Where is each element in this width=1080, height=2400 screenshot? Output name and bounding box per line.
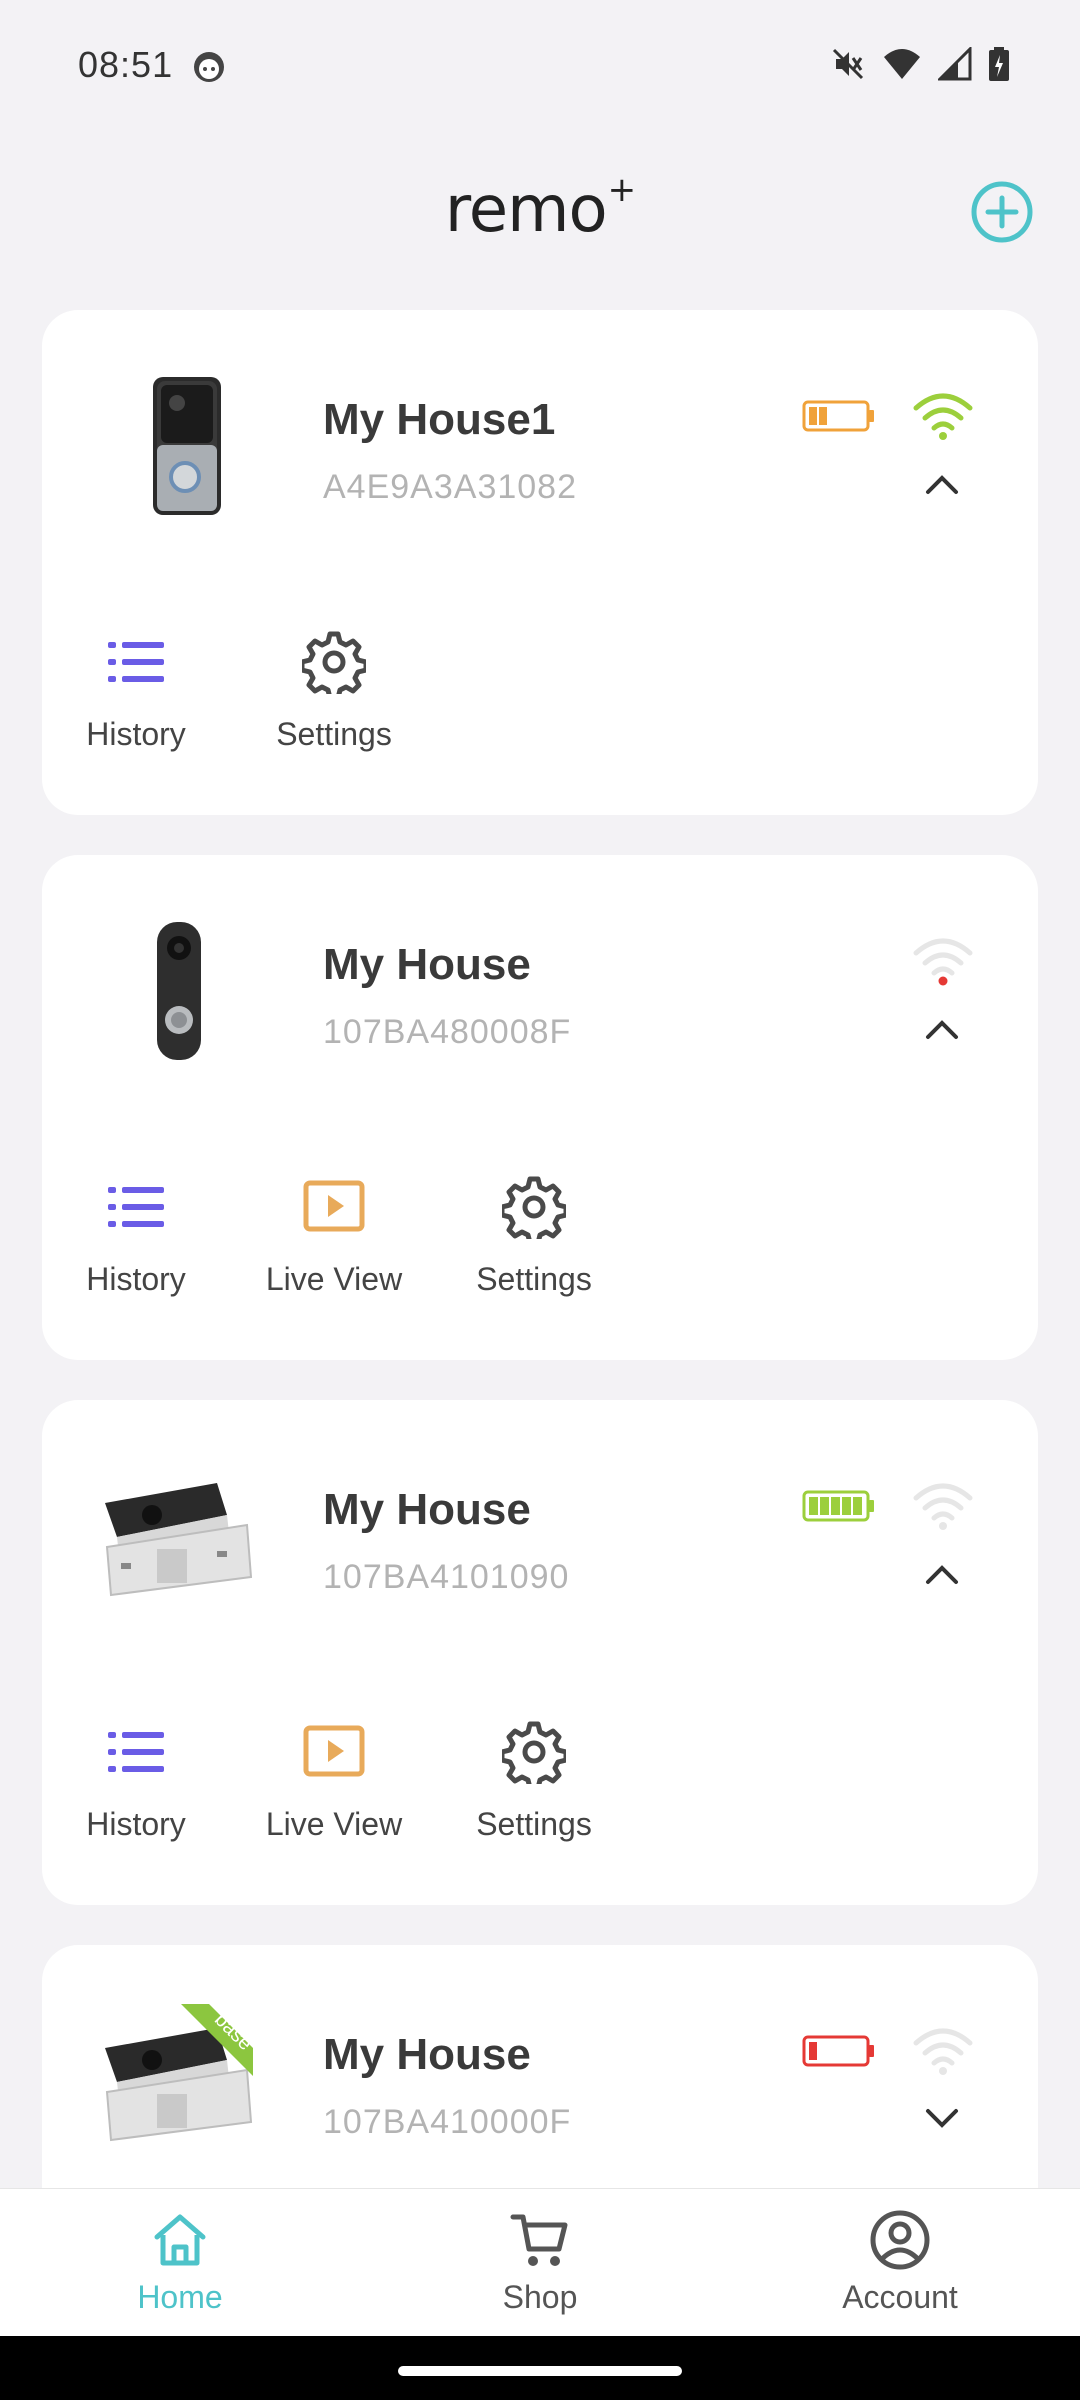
list-icon (108, 1187, 164, 1227)
nav-shop-label: Shop (502, 2279, 578, 2315)
history-button[interactable]: History (66, 630, 206, 760)
live-view-button[interactable]: Live View (264, 1175, 404, 1305)
collapse-chevron-icon[interactable] (922, 1013, 962, 1043)
history-label: History (86, 1261, 186, 1297)
camera-base-thumbnail: base (105, 2004, 256, 2142)
play-icon (303, 1180, 365, 1232)
settings-label: Settings (476, 1806, 592, 1842)
device-id: 107BA410000F (323, 2103, 572, 2141)
wifi-icon (913, 393, 973, 440)
signal-icon (938, 47, 972, 81)
device-id: A4E9A3A31082 (323, 468, 577, 506)
device-list[interactable]: My House1 A4E9A3A31082 History Settings … (42, 310, 1038, 2190)
add-device-button[interactable] (970, 180, 1034, 244)
history-label: History (86, 1806, 186, 1842)
device-name: My House (323, 1485, 531, 1534)
nav-home[interactable]: Home (80, 2209, 280, 2316)
wifi-offline-icon (913, 938, 973, 986)
device-card[interactable]: My House1 A4E9A3A31082 History Settings (42, 310, 1038, 815)
list-icon (108, 1732, 164, 1772)
nav-shop[interactable]: Shop (440, 2209, 640, 2316)
app-logo: remo+ (444, 170, 636, 247)
settings-button[interactable]: Settings (264, 630, 404, 760)
expand-chevron-icon[interactable] (922, 2103, 962, 2133)
gear-icon (502, 1721, 566, 1784)
status-bar: 08:51 (0, 0, 1080, 130)
battery-icon (802, 1490, 874, 1522)
settings-button[interactable]: Settings (464, 1720, 604, 1850)
collapse-chevron-icon[interactable] (922, 1558, 962, 1588)
live-view-label: Live View (265, 1806, 403, 1842)
live-view-label: Live View (265, 1261, 403, 1297)
collapse-chevron-icon[interactable] (922, 468, 962, 498)
nav-home-label: Home (137, 2279, 223, 2315)
device-card[interactable]: My House 107BA480008F History Live View … (42, 855, 1038, 1360)
wifi-status-icon (884, 49, 920, 79)
live-view-button[interactable]: Live View (264, 1720, 404, 1850)
home-icon (154, 2214, 206, 2266)
wifi-icon (913, 1483, 973, 1530)
bottom-navigation: Home Shop Account (0, 2188, 1080, 2336)
gesture-handle[interactable] (398, 2366, 682, 2376)
settings-button[interactable]: Settings (464, 1175, 604, 1305)
history-button[interactable]: History (66, 1720, 206, 1850)
doorbell-thumbnail (153, 377, 221, 515)
nav-account-label: Account (842, 2279, 958, 2315)
list-icon (108, 642, 164, 682)
battery-icon (802, 2035, 874, 2067)
device-name: My House (323, 2030, 531, 2079)
account-icon (870, 2210, 930, 2270)
battery-icon (802, 400, 874, 432)
nav-account[interactable]: Account (800, 2209, 1000, 2316)
battery-status-icon (989, 47, 1009, 81)
status-time: 08:51 (78, 44, 174, 85)
device-id: 107BA4101090 (323, 1558, 570, 1596)
device-name: My House (323, 940, 531, 989)
camera-thumbnail (105, 1483, 253, 1597)
device-card[interactable]: base My House 107BA410000F (42, 1945, 1038, 2190)
history-label: History (86, 716, 186, 752)
settings-label: Settings (276, 716, 392, 752)
play-icon (303, 1725, 365, 1777)
device-card[interactable]: My House 107BA4101090 History Live View … (42, 1400, 1038, 1905)
system-gesture-area (0, 2336, 1080, 2400)
device-name: My House1 (323, 395, 556, 444)
doorbell-thumbnail (157, 922, 201, 1060)
wifi-icon (913, 2028, 973, 2075)
mute-icon (832, 48, 864, 80)
gear-icon (502, 1176, 566, 1239)
notification-face-icon (194, 52, 224, 82)
app-header: remo+ (0, 160, 1080, 260)
history-button[interactable]: History (66, 1175, 206, 1305)
device-id: 107BA480008F (323, 1013, 572, 1051)
settings-label: Settings (476, 1261, 592, 1297)
cart-icon (510, 2214, 568, 2266)
gear-icon (302, 631, 366, 694)
